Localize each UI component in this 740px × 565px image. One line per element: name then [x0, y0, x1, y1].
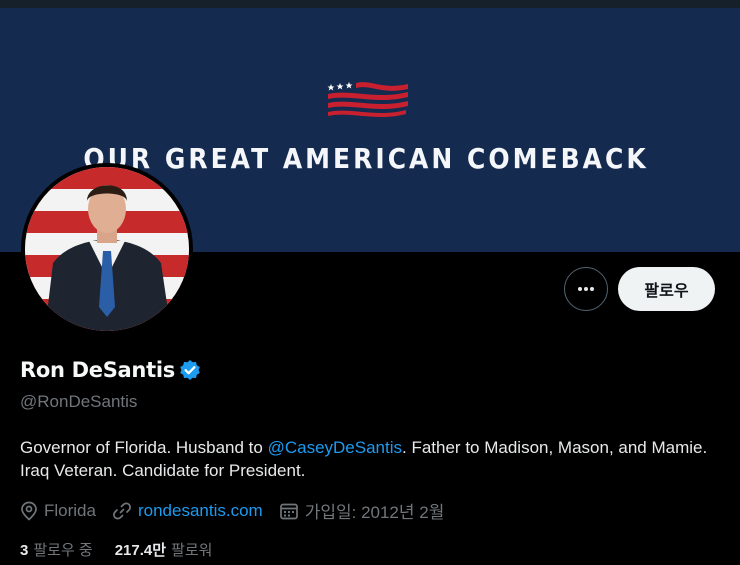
followers-label: 팔로워	[171, 542, 213, 559]
following-stat[interactable]: 3 팔로우 중	[20, 539, 93, 560]
profile-handle: @RonDeSantis	[20, 392, 138, 411]
joined-text: 가입일: 2012년 2월	[304, 503, 445, 522]
bio-text-1: Governor of Florida. Husband to	[20, 438, 268, 457]
avatar-portrait	[25, 167, 189, 331]
display-name: Ron DeSantis	[20, 358, 175, 382]
following-count: 3	[20, 542, 29, 559]
follow-stats: 3 팔로우 중 217.4만 팔로워	[20, 539, 234, 560]
profile-meta: Florida rondesantis.com 가입일: 2012년 2월	[20, 498, 460, 523]
name-row: Ron DeSantis	[20, 358, 201, 382]
follow-button[interactable]: 팔로우	[618, 267, 715, 311]
avatar-frame	[21, 163, 193, 335]
location-pin-icon	[21, 501, 37, 521]
calendar-icon	[279, 503, 298, 519]
more-options-button[interactable]	[564, 267, 608, 311]
verified-badge-icon[interactable]	[179, 359, 201, 381]
followers-stat[interactable]: 217.4만 팔로워	[115, 539, 213, 560]
window-top-strip	[0, 0, 740, 8]
joined-item: 가입일: 2012년 2월	[279, 498, 445, 523]
avatar[interactable]	[25, 167, 189, 331]
website-item: rondesantis.com	[112, 501, 263, 521]
location-item: Florida	[20, 501, 96, 521]
location-text: Florida	[44, 500, 96, 520]
american-flag-icon	[327, 82, 408, 118]
bio-mention-link[interactable]: @CaseyDeSantis	[268, 438, 402, 457]
website-link[interactable]: rondesantis.com	[138, 501, 263, 521]
more-horizontal-icon	[578, 287, 594, 291]
following-label: 팔로우 중	[33, 542, 93, 559]
profile-bio: Governor of Florida. Husband to @CaseyDe…	[20, 436, 720, 482]
link-icon	[112, 502, 131, 519]
followers-count: 217.4만	[114, 542, 167, 559]
